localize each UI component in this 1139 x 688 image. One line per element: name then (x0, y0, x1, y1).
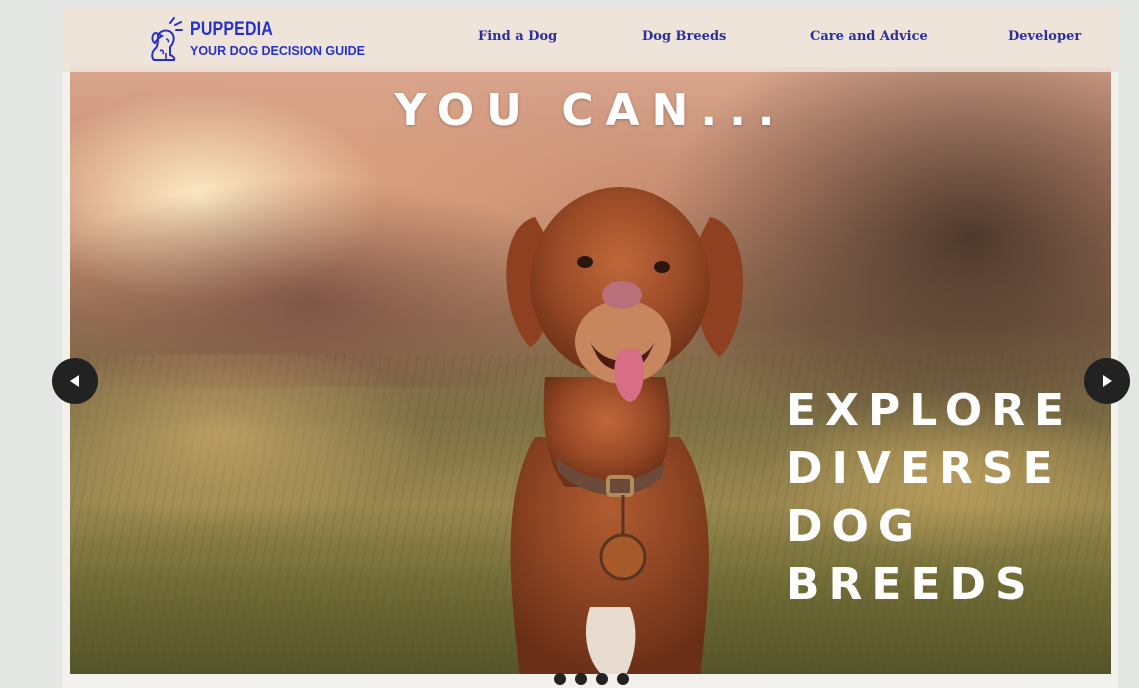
nav-care-and-advice[interactable]: Care and Advice (810, 29, 928, 44)
nav-find-a-dog[interactable]: Find a Dog (478, 29, 557, 44)
dog-photo (506, 187, 744, 674)
slide-caption-line: EXPLORE (786, 385, 1074, 436)
slide-caption: EXPLORE DIVERSE DOG BREEDS (786, 382, 1073, 614)
slideshow-prev-button[interactable] (52, 358, 98, 404)
slide-dot[interactable] (596, 673, 608, 685)
dog-logo-icon (151, 17, 183, 61)
brand-text: PUPPEDIA YOUR DOG DECISION GUIDE (190, 19, 365, 59)
brand-name: PUPPEDIA (190, 19, 273, 40)
page: YOU CAN... EXPLORE DIVERSE DOG BREEDS PU… (62, 7, 1118, 688)
navbar: PUPPEDIA YOUR DOG DECISION GUIDE Find a … (62, 7, 1118, 72)
slideshow-next-button[interactable] (1084, 358, 1130, 404)
slide-caption-line: DOG (786, 501, 924, 552)
chevron-right-icon (1103, 375, 1112, 387)
brand-tagline: YOUR DOG DECISION GUIDE (190, 44, 366, 58)
slide-caption-line: BREEDS (786, 559, 1036, 610)
slide-dot[interactable] (554, 673, 566, 685)
slideshow-dots (554, 673, 629, 685)
slide-dot[interactable] (575, 673, 587, 685)
hero-slideshow: YOU CAN... EXPLORE DIVERSE DOG BREEDS (70, 67, 1111, 674)
slide-heading: YOU CAN... (394, 85, 787, 136)
nav-dog-breeds[interactable]: Dog Breeds (642, 29, 726, 44)
brand-logo-link[interactable]: PUPPEDIA YOUR DOG DECISION GUIDE (148, 17, 365, 61)
slide-caption-line: DIVERSE (786, 443, 1062, 494)
nav-developer[interactable]: Developer (1008, 29, 1081, 44)
chevron-left-icon (70, 375, 79, 387)
slide-dot[interactable] (617, 673, 629, 685)
